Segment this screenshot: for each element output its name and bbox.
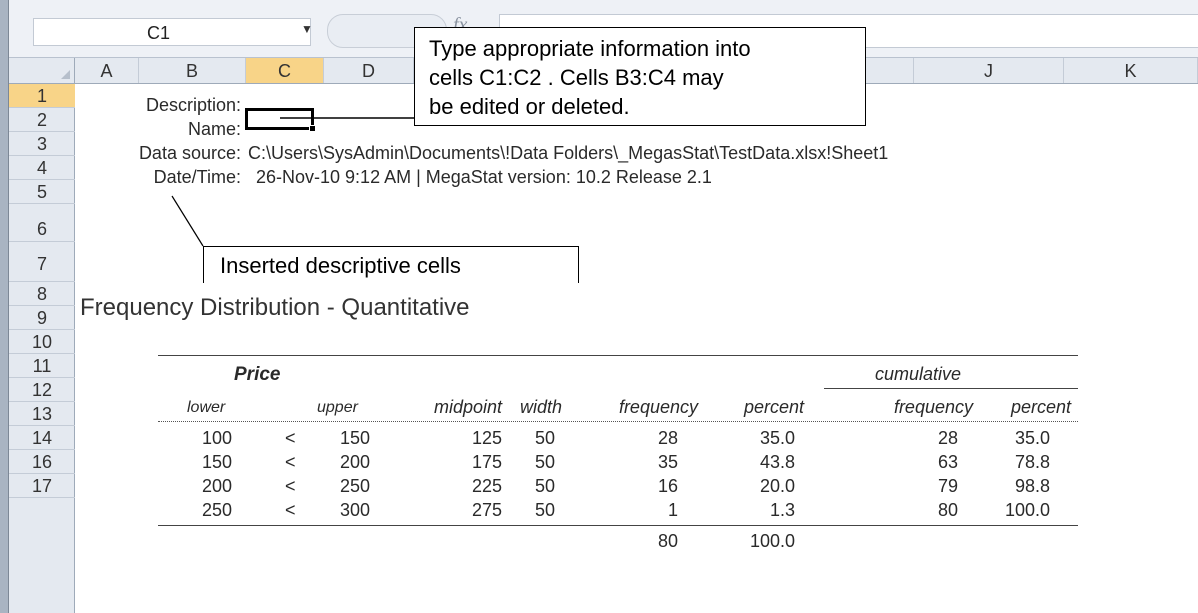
table-top-rule <box>158 355 1078 356</box>
row-header[interactable]: 13 <box>9 402 75 426</box>
row-frequency: 1 <box>667 500 678 520</box>
active-cell-c1[interactable] <box>245 108 314 130</box>
callout-instructions-line: cells C1:C2 . Cells B3:C4 may <box>429 65 724 90</box>
row-cum-frequency: 28 <box>937 428 958 448</box>
row-midpoint: 175 <box>471 452 502 472</box>
row-header[interactable]: 10 <box>9 330 75 354</box>
row-header[interactable]: 11 <box>9 354 75 378</box>
datetime-value: 26-Nov-10 9:12 AM | MegaStat version: 10… <box>256 167 712 187</box>
name-label: Name: <box>187 119 241 139</box>
row-header[interactable]: 7 <box>9 242 75 282</box>
row-cum-percent: 100.0 <box>1004 500 1050 520</box>
price-group-header: Price <box>234 364 281 385</box>
callout-instructions-line: Type appropriate information into <box>429 36 751 61</box>
row-operator: < <box>285 476 296 496</box>
header-upper: upper <box>317 399 358 416</box>
row-percent: 20.0 <box>759 476 795 496</box>
row-width: 50 <box>534 428 555 448</box>
row-header[interactable]: 3 <box>9 132 75 156</box>
header-width: width <box>519 397 562 417</box>
data-source-label: Data source: <box>138 143 241 163</box>
row-operator: < <box>285 452 296 472</box>
column-header-a[interactable]: A <box>75 58 139 83</box>
column-header-b[interactable]: B <box>139 58 246 83</box>
header-lower: lower <box>187 399 226 416</box>
window-left-edge <box>0 0 9 613</box>
callout-instructions-line: be edited or deleted. <box>429 94 630 119</box>
row-lower: 200 <box>201 476 232 496</box>
row-operator: < <box>285 428 296 448</box>
row-header-column: 1 2 3 4 5 6 7 8 9 10 11 12 13 14 16 17 <box>9 84 75 613</box>
column-header-d[interactable]: D <box>324 58 414 83</box>
column-header-k[interactable]: K <box>1064 58 1198 83</box>
row-width: 50 <box>534 452 555 472</box>
header-dotted-rule <box>158 421 1078 422</box>
row-width: 50 <box>534 476 555 496</box>
row-header[interactable]: 2 <box>9 108 75 132</box>
row-header[interactable]: 4 <box>9 156 75 180</box>
row-header[interactable]: 16 <box>9 450 75 474</box>
name-box[interactable]: C1 <box>33 18 311 46</box>
chevron-down-icon[interactable]: ▼ <box>301 22 313 36</box>
row-header[interactable]: 5 <box>9 180 75 204</box>
row-percent: 43.8 <box>759 452 795 472</box>
callout-inserted-cells: Inserted descriptive cells <box>203 246 579 283</box>
row-midpoint: 225 <box>471 476 502 496</box>
header-cum-frequency: frequency <box>893 397 973 417</box>
column-header-c[interactable]: C <box>246 58 324 83</box>
total-percent: 100.0 <box>749 531 795 551</box>
row-header[interactable]: 17 <box>9 474 75 498</box>
table-bottom-rule <box>158 525 1078 526</box>
select-all-button[interactable] <box>9 58 75 83</box>
row-lower: 100 <box>201 428 232 448</box>
row-upper: 200 <box>339 452 370 472</box>
row-header[interactable]: 6 <box>9 204 75 242</box>
total-frequency: 80 <box>657 531 678 551</box>
row-header[interactable]: 1 <box>9 84 75 108</box>
row-lower: 150 <box>201 452 232 472</box>
row-cum-percent: 78.8 <box>1014 452 1050 472</box>
row-lower: 250 <box>201 500 232 520</box>
row-upper: 150 <box>339 428 370 448</box>
description-label: Description: <box>145 95 241 115</box>
leader-line-bottom <box>171 195 204 247</box>
row-operator: < <box>285 500 296 520</box>
select-all-icon <box>61 70 70 79</box>
row-width: 50 <box>534 500 555 520</box>
header-frequency: frequency <box>618 397 698 417</box>
row-frequency: 35 <box>657 452 678 472</box>
row-upper: 250 <box>339 476 370 496</box>
row-cum-frequency: 63 <box>937 452 958 472</box>
report-title: Frequency Distribution - Quantitative <box>80 294 470 321</box>
cumulative-group-header: cumulative <box>875 364 962 384</box>
row-header[interactable]: 8 <box>9 282 75 306</box>
row-percent: 35.0 <box>759 428 795 448</box>
row-cum-percent: 35.0 <box>1014 428 1050 448</box>
row-midpoint: 125 <box>471 428 502 448</box>
row-frequency: 28 <box>657 428 678 448</box>
row-header[interactable]: 14 <box>9 426 75 450</box>
header-midpoint: midpoint <box>433 397 502 417</box>
datetime-label: Date/Time: <box>153 167 241 187</box>
fill-handle[interactable] <box>309 125 316 132</box>
row-frequency: 16 <box>657 476 678 496</box>
row-cum-frequency: 79 <box>937 476 958 496</box>
row-header[interactable]: 12 <box>9 378 75 402</box>
row-cum-frequency: 80 <box>937 500 958 520</box>
cumulative-underline <box>824 388 1078 389</box>
row-midpoint: 275 <box>471 500 502 520</box>
data-source-value: C:\Users\SysAdmin\Documents\!Data Folder… <box>248 143 889 163</box>
name-box-value: C1 <box>147 23 171 43</box>
header-percent: percent <box>743 397 804 417</box>
row-upper: 300 <box>339 500 370 520</box>
row-header[interactable]: 9 <box>9 306 75 330</box>
callout-instructions: Type appropriate information into cells … <box>414 27 866 126</box>
row-cum-percent: 98.8 <box>1014 476 1050 496</box>
header-cum-percent: percent <box>1010 397 1071 417</box>
row-percent: 1.3 <box>769 500 795 520</box>
column-header-j[interactable]: J <box>914 58 1064 83</box>
